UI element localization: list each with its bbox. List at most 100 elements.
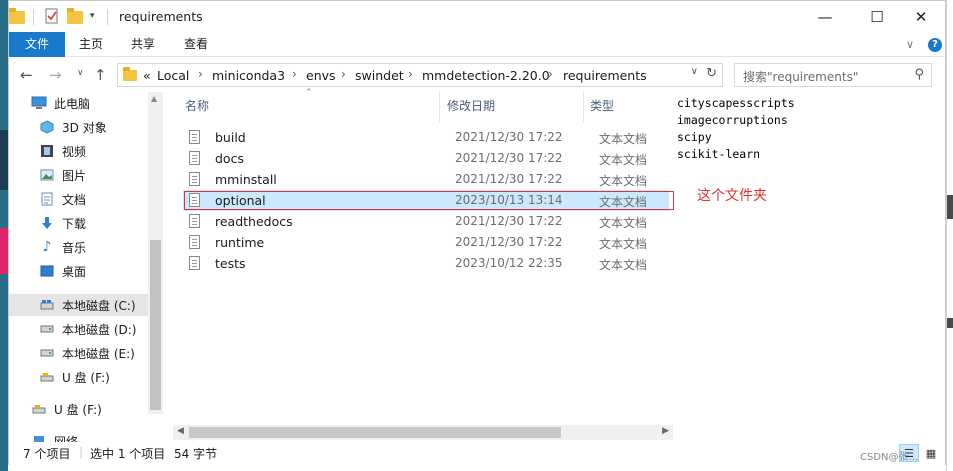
- tab-view[interactable]: 查看: [172, 32, 220, 57]
- properties-icon[interactable]: [44, 8, 60, 24]
- file-row[interactable]: mminstall 2021/12/30 17:22 文本文档: [183, 169, 669, 190]
- sidebar-item-drive-e[interactable]: 本地磁盘 (E:): [39, 342, 135, 364]
- selection-count: 选中 1 个项目: [90, 447, 166, 461]
- sidebar-item-network[interactable]: 网络: [31, 430, 78, 442]
- customize-toolbar-icon[interactable]: ▾: [90, 11, 106, 27]
- search-icon[interactable]: ⚲: [914, 67, 924, 82]
- help-icon[interactable]: ?: [928, 38, 942, 52]
- new-folder-icon[interactable]: [67, 8, 83, 24]
- navigation-bar: ← → ∨ ↑ « Local › miniconda3 › envs › sw…: [9, 58, 945, 92]
- column-divider[interactable]: [583, 92, 584, 122]
- sidebar-item-usb-drive-root[interactable]: U 盘 (F:): [31, 398, 102, 420]
- address-history-chevron-icon[interactable]: ∨: [691, 66, 698, 77]
- scroll-up-arrow-icon[interactable]: ▲: [151, 94, 157, 103]
- breadcrumb-chevron-icon[interactable]: ›: [198, 67, 203, 81]
- sidebar-item-drive-c[interactable]: 本地磁盘 (C:): [9, 294, 148, 316]
- annotation-highlight-box: [184, 191, 674, 210]
- sidebar-item-music[interactable]: ♪ 音乐: [39, 236, 86, 258]
- scroll-left-arrow-icon[interactable]: ◀: [177, 426, 184, 436]
- file-row[interactable]: tests 2023/10/12 22:35 文本文档: [183, 253, 669, 274]
- breadcrumb-overflow[interactable]: «: [143, 68, 151, 83]
- sidebar-scrollbar-thumb[interactable]: [150, 240, 161, 410]
- selection-size: 54 字节: [174, 447, 218, 461]
- ribbon-expand-icon[interactable]: ∨: [906, 38, 914, 51]
- explorer-window: ▾ requirements — ☐ ✕ 文件 主页 共享 查看 ∨ ? ← →…: [8, 0, 946, 465]
- sidebar-item-label: 本地磁盘 (C:): [62, 298, 136, 313]
- sidebar-item-desktop[interactable]: 桌面: [39, 260, 86, 282]
- breadcrumb-chevron-icon[interactable]: ›: [408, 67, 413, 81]
- navigation-pane: 此电脑 3D 对象 视频 图片 文档 下载 ♪ 音乐 桌面 本地磁盘 (C:) …: [9, 92, 163, 442]
- sidebar-item-label: 此电脑: [54, 96, 91, 111]
- text-file-icon: [189, 256, 200, 270]
- sidebar-item-label: 音乐: [62, 240, 87, 255]
- sidebar-item-label: 3D 对象: [62, 120, 107, 135]
- text-file-icon: [189, 151, 200, 165]
- maximize-button[interactable]: ☐: [854, 1, 900, 32]
- video-icon: [39, 143, 55, 159]
- column-header-name[interactable]: 名称: [185, 97, 209, 114]
- file-list: ⌃ 名称 修改日期 类型 build 2021/12/30 17:22 文本文档…: [169, 88, 673, 442]
- window-title: requirements: [119, 9, 203, 24]
- sidebar-item-documents[interactable]: 文档: [39, 188, 86, 210]
- breadcrumb-item[interactable]: mmdetection-2.20.0: [422, 68, 550, 83]
- horizontal-scrollbar[interactable]: ◀ ▶: [173, 425, 673, 440]
- desktop-wallpaper-segment: [947, 318, 953, 328]
- file-row[interactable]: build 2021/12/30 17:22 文本文档: [183, 127, 669, 148]
- breadcrumb-chevron-icon[interactable]: ›: [292, 67, 297, 81]
- up-arrow-icon[interactable]: ↑: [94, 66, 107, 84]
- column-divider[interactable]: [439, 92, 440, 122]
- file-type: 文本文档: [599, 216, 648, 230]
- sidebar-item-label: 本地磁盘 (E:): [62, 346, 135, 361]
- tab-home[interactable]: 主页: [67, 32, 115, 57]
- pictures-icon: [39, 167, 55, 183]
- sort-ascending-icon: ⌃: [305, 88, 313, 98]
- file-row[interactable]: readthedocs 2021/12/30 17:22 文本文档: [183, 211, 669, 232]
- sidebar-item-drive-d[interactable]: 本地磁盘 (D:): [39, 318, 136, 340]
- close-button[interactable]: ✕: [898, 1, 944, 32]
- usb-drive-icon: [39, 369, 55, 385]
- column-header-date[interactable]: 修改日期: [447, 97, 495, 114]
- breadcrumb-chevron-icon[interactable]: ›: [548, 67, 553, 81]
- sidebar-item-label: 图片: [62, 168, 87, 183]
- tab-share[interactable]: 共享: [119, 32, 167, 57]
- desktop-wallpaper-segment: [0, 130, 8, 190]
- search-box[interactable]: 搜索"requirements" ⚲: [734, 63, 932, 87]
- documents-icon: [39, 191, 55, 207]
- minimize-button[interactable]: —: [802, 1, 848, 32]
- breadcrumb-item[interactable]: miniconda3: [212, 68, 285, 83]
- text-file-icon: [189, 214, 200, 228]
- item-count: 7 个项目: [23, 447, 71, 461]
- scroll-right-arrow-icon[interactable]: ▶: [662, 426, 669, 436]
- sidebar-item-downloads[interactable]: 下载: [39, 212, 86, 234]
- desktop-background-left: [0, 0, 8, 471]
- desktop-wallpaper-segment: [947, 195, 953, 219]
- back-arrow-icon[interactable]: ←: [20, 66, 33, 84]
- sidebar-scrollbar[interactable]: ▲: [148, 92, 163, 414]
- desktop-icon: [39, 263, 55, 279]
- forward-arrow-icon[interactable]: →: [49, 66, 62, 84]
- horizontal-scrollbar-thumb[interactable]: [189, 427, 561, 438]
- sidebar-item-pictures[interactable]: 图片: [39, 164, 86, 186]
- breadcrumb-item[interactable]: requirements: [563, 68, 647, 83]
- sidebar-item-usb-drive[interactable]: U 盘 (F:): [39, 366, 110, 388]
- refresh-icon[interactable]: ↻: [706, 66, 717, 81]
- status-bar: 7 个项目 | 选中 1 个项目 54 字节 ☰ ▦: [9, 442, 945, 465]
- sidebar-item-videos[interactable]: 视频: [39, 140, 86, 162]
- content-line: cityscapesscripts: [677, 96, 795, 110]
- breadcrumb-item[interactable]: swindet: [355, 68, 404, 83]
- tab-file[interactable]: 文件: [9, 32, 65, 57]
- large-icons-view-icon[interactable]: ▦: [921, 444, 941, 462]
- file-row[interactable]: runtime 2021/12/30 17:22 文本文档: [183, 232, 669, 253]
- file-name: build: [215, 130, 246, 145]
- breadcrumb-item[interactable]: envs: [306, 68, 336, 83]
- breadcrumb-chevron-icon[interactable]: ›: [341, 67, 346, 81]
- breadcrumb-item[interactable]: Local: [157, 68, 189, 83]
- ribbon-tabs: 文件 主页 共享 查看 ∨ ?: [9, 32, 945, 57]
- drive-icon: [39, 321, 55, 337]
- recent-locations-chevron-icon[interactable]: ∨: [77, 68, 84, 78]
- file-row[interactable]: docs 2021/12/30 17:22 文本文档: [183, 148, 669, 169]
- column-header-type[interactable]: 类型: [590, 97, 614, 114]
- sidebar-item-3d-objects[interactable]: 3D 对象: [39, 116, 107, 138]
- address-bar[interactable]: « Local › miniconda3 › envs › swindet › …: [117, 63, 723, 87]
- sidebar-item-this-pc[interactable]: 此电脑: [31, 92, 90, 114]
